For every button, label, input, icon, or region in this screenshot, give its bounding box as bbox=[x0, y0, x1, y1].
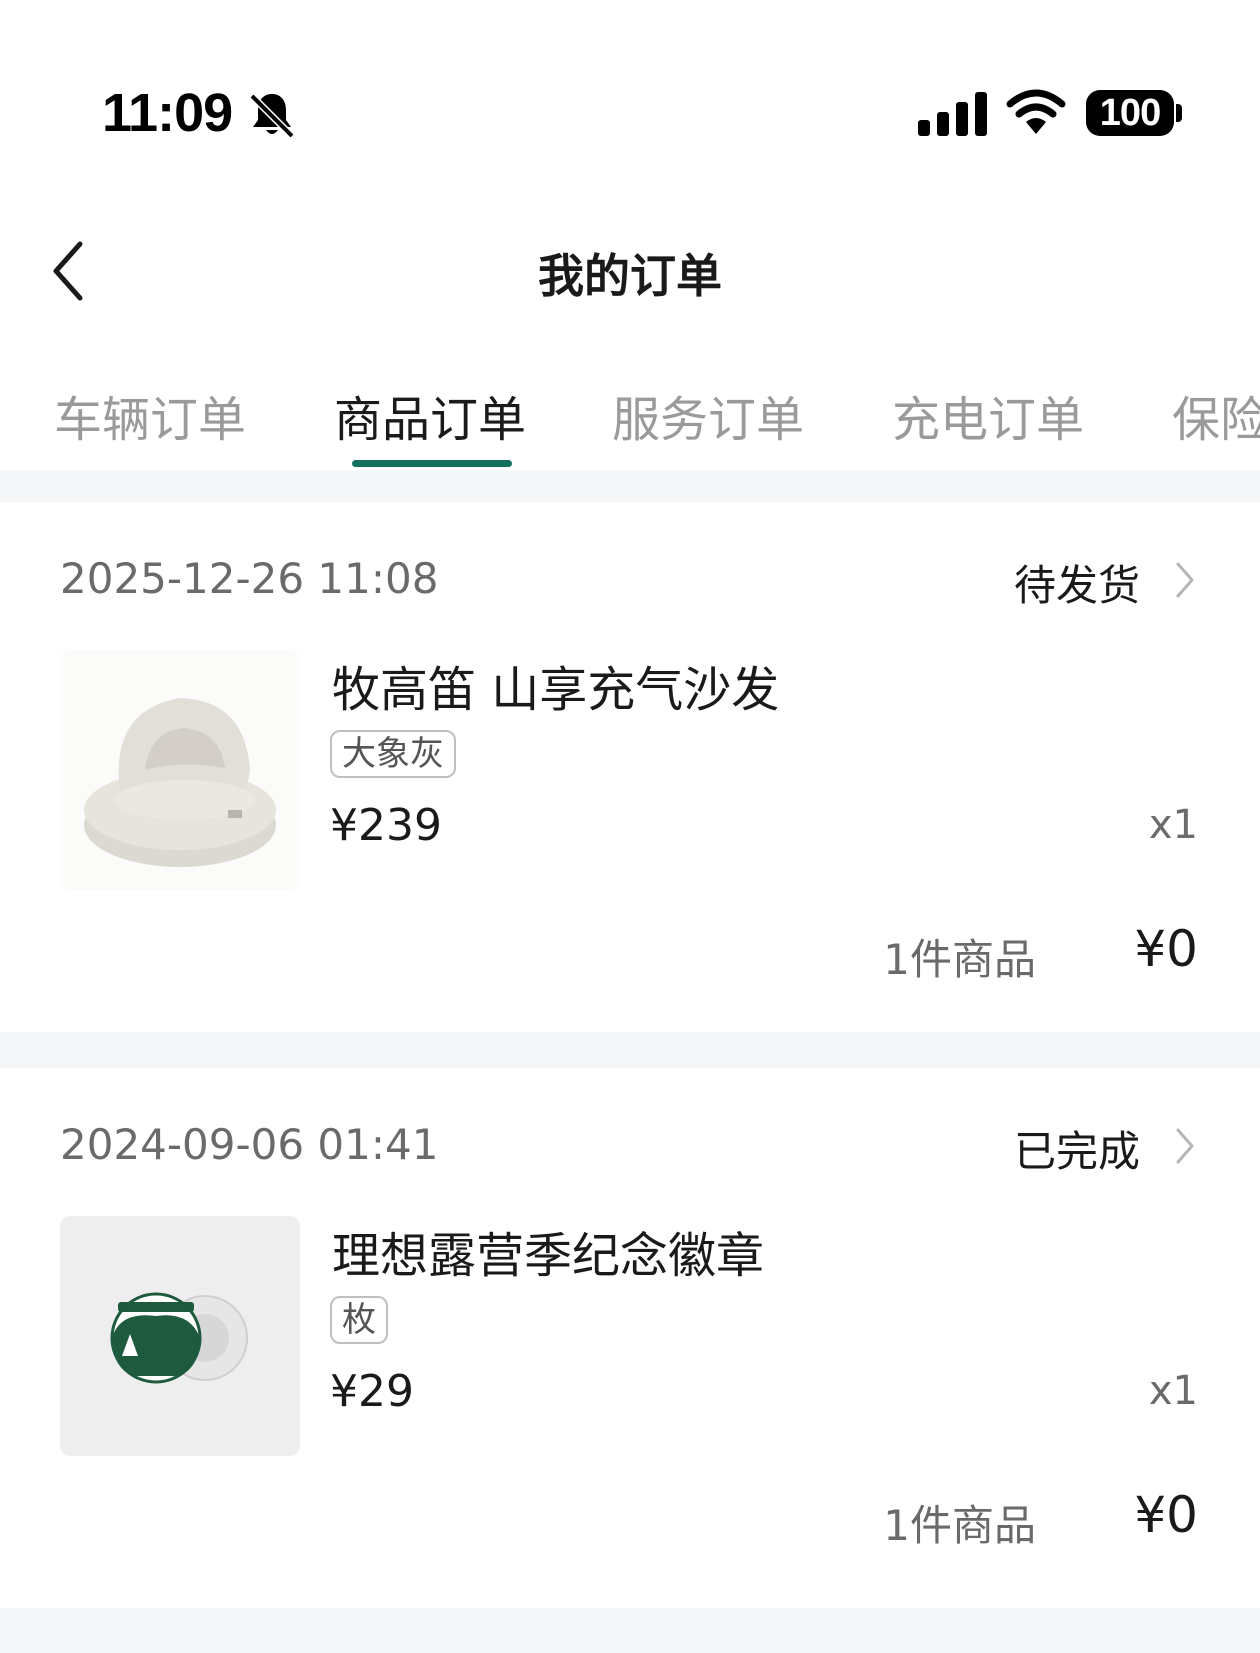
order-date: 2024-09-06 01:41 bbox=[60, 1120, 439, 1169]
battery-indicator: 100 bbox=[1086, 90, 1174, 136]
tab-insurance-orders[interactable]: 保险订单 bbox=[1172, 380, 1260, 450]
item-count: 1件商品 bbox=[883, 935, 1036, 984]
order-card[interactable]: 2025-12-26 11:08 待发货 牧高笛 山享充气沙发 大象灰 ¥239… bbox=[0, 502, 1260, 1032]
order-date: 2025-12-26 11:08 bbox=[60, 554, 439, 603]
page-title: 我的订单 bbox=[538, 249, 722, 303]
wifi-icon bbox=[1006, 89, 1066, 134]
product-quantity: x1 bbox=[1148, 1368, 1198, 1414]
variant-tag: 大象灰 bbox=[330, 730, 456, 778]
badge-image bbox=[110, 1292, 248, 1384]
item-count: 1件商品 bbox=[883, 1501, 1036, 1550]
product-name[interactable]: 理想露营季纪念徽章 bbox=[332, 1216, 764, 1286]
section-divider bbox=[0, 1608, 1260, 1653]
battery-cap bbox=[1176, 104, 1182, 122]
product-image[interactable] bbox=[60, 650, 300, 890]
section-divider bbox=[0, 1032, 1260, 1068]
chevron-right-icon[interactable] bbox=[1172, 1126, 1198, 1166]
inflatable-sofa-image bbox=[84, 698, 276, 867]
bell-muted-icon bbox=[249, 93, 295, 139]
order-status[interactable]: 已完成 bbox=[1014, 1118, 1140, 1179]
product-price: ¥239 bbox=[330, 800, 442, 851]
order-total: ¥0 bbox=[1134, 920, 1198, 978]
chevron-right-icon[interactable] bbox=[1172, 560, 1198, 600]
active-tab-indicator bbox=[352, 460, 512, 467]
product-name[interactable]: 牧高笛 山享充气沙发 bbox=[332, 650, 779, 720]
tab-vehicle-orders[interactable]: 车辆订单 bbox=[54, 380, 246, 450]
nav-header: 我的订单 bbox=[0, 200, 1260, 340]
order-card[interactable]: 2024-09-06 01:41 已完成 理想露营季纪念徽章 枚 ¥29 x1 … bbox=[0, 1068, 1260, 1608]
product-image[interactable] bbox=[60, 1216, 300, 1456]
tab-service-orders[interactable]: 服务订单 bbox=[612, 380, 804, 450]
status-bar: 11:09 100 bbox=[0, 0, 1260, 180]
variant-tag: 枚 bbox=[330, 1296, 388, 1344]
order-total: ¥0 bbox=[1134, 1486, 1198, 1544]
product-price: ¥29 bbox=[330, 1366, 414, 1417]
tab-charging-orders[interactable]: 充电订单 bbox=[892, 380, 1084, 450]
product-quantity: x1 bbox=[1148, 802, 1198, 848]
section-divider bbox=[0, 470, 1260, 502]
order-status[interactable]: 待发货 bbox=[1014, 552, 1140, 613]
tab-product-orders[interactable]: 商品订单 bbox=[334, 380, 526, 450]
signal-icon bbox=[918, 92, 987, 136]
status-time: 11:09 bbox=[102, 83, 233, 143]
order-type-tabs: 车辆订单 商品订单 服务订单 充电订单 保险订单 bbox=[0, 380, 1260, 470]
